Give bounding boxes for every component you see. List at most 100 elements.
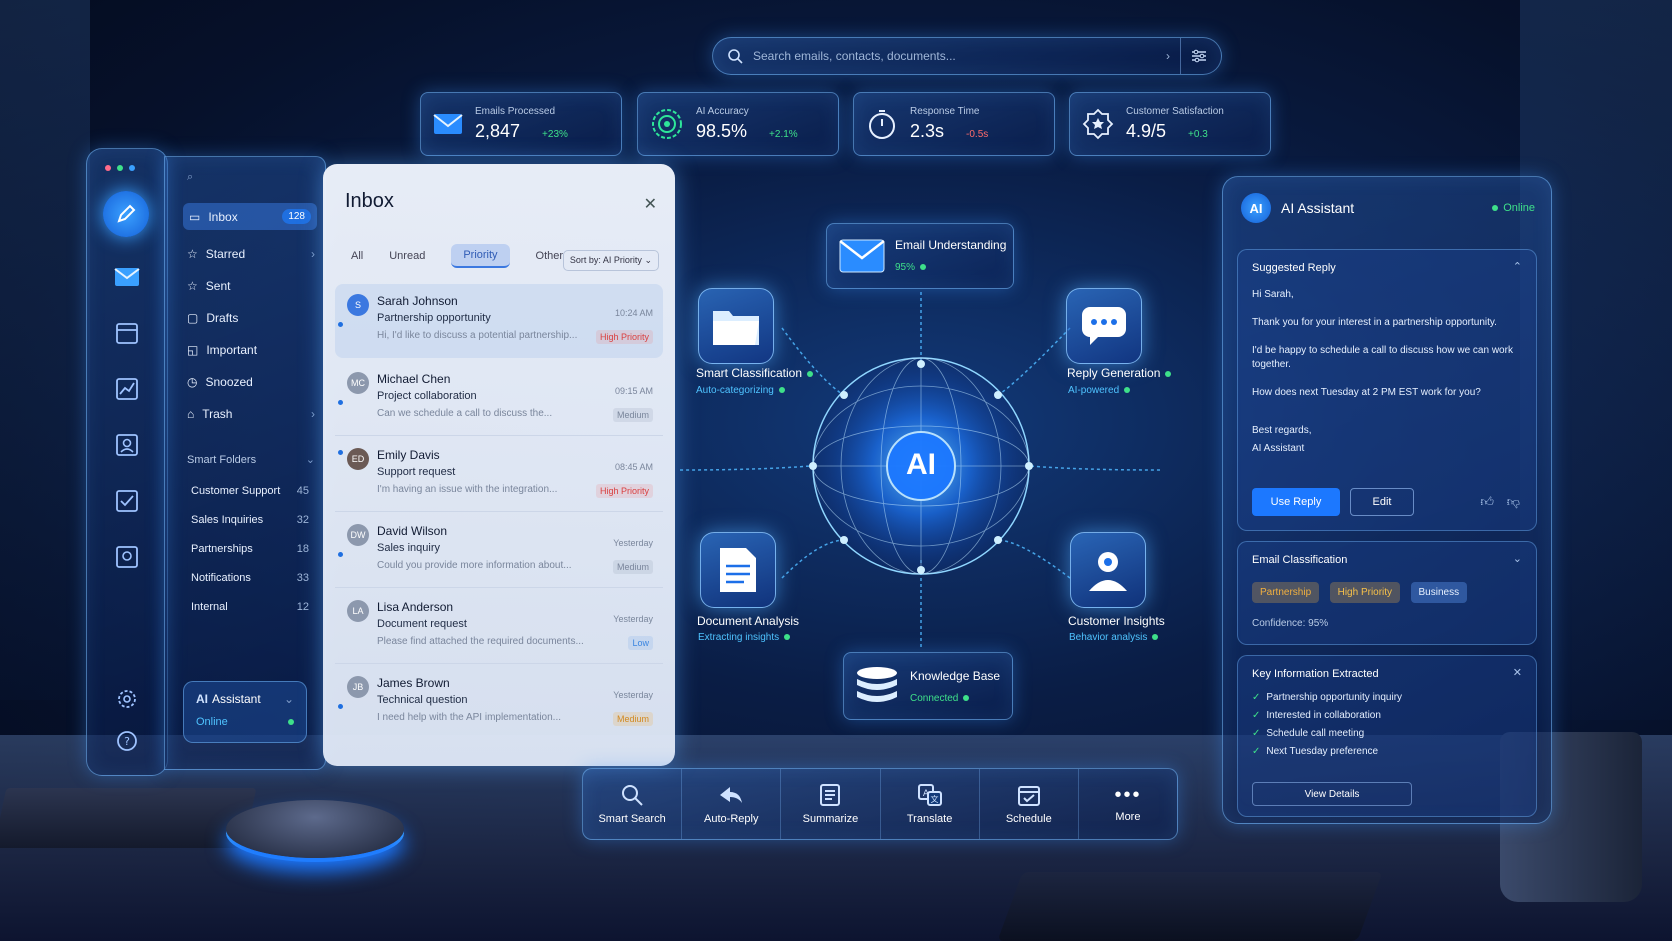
folder-count: 18: [296, 543, 309, 555]
nav-item-trash[interactable]: ⌂ Trash ›: [187, 407, 315, 421]
inbox-panel: Inbox ✕ All Unread Priority Other Sort b…: [323, 164, 675, 766]
minimize-dot[interactable]: [117, 165, 123, 171]
edit-button[interactable]: Edit: [1350, 488, 1414, 516]
tool-smart-search[interactable]: Smart Search: [583, 769, 683, 839]
nav-search-icon[interactable]: ⌕: [187, 171, 193, 184]
node-customer-insights[interactable]: [1070, 532, 1146, 608]
tool-schedule[interactable]: Schedule: [980, 769, 1079, 839]
smart-folders-header[interactable]: Smart Folders ⌄: [187, 453, 315, 467]
stat-delta: -0.5s: [966, 129, 989, 140]
key-info-list: ✓ Partnership opportunity inquiry ✓ Intere…: [1252, 692, 1402, 764]
stat-response-time[interactable]: Response Time 2.3s -0.5s: [853, 92, 1055, 156]
tool-more[interactable]: ••• More: [1079, 769, 1177, 839]
nav-item-inbox[interactable]: ▭ Inbox 128: [183, 203, 317, 230]
filter-sliders-icon[interactable]: [1191, 49, 1207, 63]
email-time: Yesterday: [613, 614, 653, 624]
close-icon[interactable]: ✕: [644, 194, 657, 214]
folder-sales-inquiries[interactable]: Sales Inquiries 32: [191, 514, 309, 526]
sort-dropdown[interactable]: Sort by: AI Priority ⌄: [562, 250, 659, 271]
folder-notifications[interactable]: Notifications 33: [191, 572, 309, 584]
email-row[interactable]: ED Emily Davis Support request I'm havin…: [335, 438, 663, 512]
nav-item-snoozed[interactable]: ◷ Snoozed: [187, 375, 315, 389]
mail-icon[interactable]: [113, 263, 141, 291]
chevron-down-icon: ⌄: [283, 692, 294, 706]
stat-ai-accuracy[interactable]: AI Accuracy 98.5% +2.1%: [637, 92, 839, 156]
user-insight-icon: [1089, 552, 1127, 591]
stat-label: AI Accuracy: [696, 106, 749, 117]
stat-emails-processed[interactable]: Emails Processed 2,847 +23%: [420, 92, 622, 156]
tab-unread[interactable]: Unread: [389, 250, 425, 262]
help-icon[interactable]: ?: [113, 727, 141, 755]
email-row[interactable]: S Sarah Johnson Partnership opportunity …: [335, 284, 663, 358]
node-title: Email Understanding: [895, 238, 1007, 252]
node-document-analysis[interactable]: [700, 532, 776, 608]
assistant-header: AI AI Assistant Online: [1241, 193, 1535, 223]
stat-label: Response Time: [910, 106, 980, 117]
email-time: 08:45 AM: [614, 462, 653, 472]
tab-all[interactable]: All: [351, 250, 363, 262]
stat-value: 2,847: [475, 121, 521, 141]
compose-button[interactable]: [103, 191, 149, 237]
contacts-icon[interactable]: [113, 431, 141, 459]
email-row[interactable]: LA Lisa Anderson Document request Please…: [335, 590, 663, 664]
node-email-understanding[interactable]: Email Understanding 95%: [826, 223, 1014, 289]
chevron-down-icon[interactable]: ⌄: [1513, 552, 1522, 565]
view-details-button[interactable]: View Details: [1252, 782, 1412, 806]
chevron-up-icon[interactable]: ⌃: [1513, 260, 1522, 273]
folder-internal[interactable]: Internal 12: [191, 601, 309, 613]
folder-customer-support[interactable]: Customer Support 45: [191, 485, 309, 497]
email-time: 09:15 AM: [614, 386, 653, 396]
calendar-icon: [1017, 786, 1040, 806]
nav-item-label: Inbox: [208, 209, 238, 224]
inbox-count-badge: 128: [282, 209, 311, 224]
nav-item-starred[interactable]: ☆ Starred ›: [187, 247, 315, 261]
priority-tag: Medium: [612, 712, 653, 726]
check-circle-icon: ✓: [1252, 746, 1261, 757]
folder-partnerships[interactable]: Partnerships 18: [191, 543, 309, 555]
tool-translate[interactable]: A文 Translate: [881, 769, 980, 839]
nav-item-label: Snoozed: [205, 375, 253, 389]
document-icon: [720, 548, 756, 592]
users-icon[interactable]: [113, 543, 141, 571]
tab-priority[interactable]: Priority: [451, 244, 510, 268]
inbox-tabs: All Unread Priority Other: [351, 244, 563, 268]
stat-customer-satisfaction[interactable]: Customer Satisfaction 4.9/5 +0.3: [1069, 92, 1271, 156]
tab-other[interactable]: Other: [536, 250, 564, 262]
tool-auto-reply[interactable]: Auto-Reply: [682, 769, 782, 839]
draft-doc-icon: ▢: [187, 311, 199, 325]
search-bar[interactable]: Search emails, contacts, documents... ›: [712, 37, 1222, 75]
email-preview: Can we schedule a call to discuss the...: [377, 408, 553, 419]
trash-icon: ⌂: [187, 407, 195, 421]
assistant-status-card[interactable]: AI Assistant ⌄ Online: [183, 681, 307, 743]
node-reply-generation[interactable]: [1066, 288, 1142, 364]
node-title: Reply Generation: [1067, 366, 1172, 380]
email-row[interactable]: MC Michael Chen Project collaboration Ca…: [335, 362, 663, 436]
nav-item-label: Important: [206, 343, 258, 357]
node-smart-classification[interactable]: [698, 288, 774, 364]
search-icon: [622, 785, 643, 806]
email-row[interactable]: DW David Wilson Sales inquiry Could you …: [335, 514, 663, 588]
close-dot[interactable]: [105, 165, 111, 171]
settings-gear-icon[interactable]: [113, 685, 141, 713]
email-subject: Technical question: [377, 694, 468, 706]
chip-business[interactable]: Business: [1410, 582, 1468, 603]
analytics-icon[interactable]: [113, 375, 141, 403]
email-subject: Partnership opportunity: [377, 312, 491, 324]
search-input[interactable]: Search emails, contacts, documents...: [753, 49, 1156, 63]
nav-item-drafts[interactable]: ▢ Drafts: [187, 311, 315, 325]
tool-summarize[interactable]: Summarize: [781, 769, 881, 839]
chip-partnership[interactable]: Partnership: [1252, 582, 1320, 603]
thumbs-down-icon[interactable]: 👎︎: [1507, 494, 1520, 510]
thumbs-up-icon[interactable]: 👍︎: [1480, 494, 1494, 510]
nav-item-important[interactable]: ◱ Important: [187, 343, 315, 357]
nav-item-sent[interactable]: ☆ Sent: [187, 279, 315, 293]
tasks-icon[interactable]: [113, 487, 141, 515]
more-icon: •••: [1114, 784, 1142, 806]
calendar-rail-icon[interactable]: [113, 319, 141, 347]
chip-high-priority[interactable]: High Priority: [1329, 582, 1401, 603]
use-reply-button[interactable]: Use Reply: [1252, 488, 1340, 516]
close-icon[interactable]: ✕: [1513, 666, 1522, 679]
maximize-dot[interactable]: [129, 165, 135, 171]
email-row[interactable]: JB James Brown Technical question I need…: [335, 666, 663, 740]
node-knowledge-base[interactable]: Knowledge Base Connected: [843, 652, 1013, 720]
